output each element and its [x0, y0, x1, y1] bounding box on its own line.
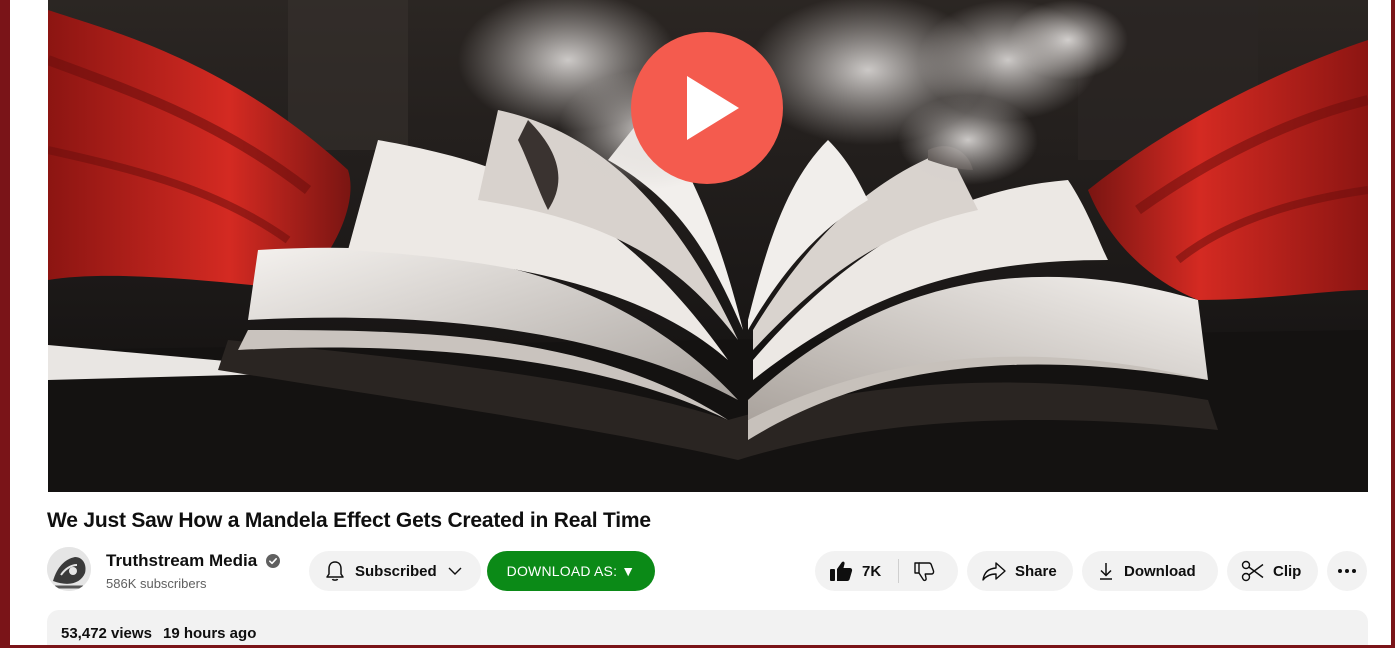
download-as-button[interactable]: DOWNLOAD AS: ▼	[487, 551, 655, 591]
scissors-icon	[1241, 560, 1264, 582]
thumbs-up-icon	[830, 561, 853, 581]
avatar-image	[47, 547, 91, 591]
like-dislike-group: 7K	[815, 551, 958, 591]
download-button[interactable]: Download	[1082, 551, 1218, 591]
play-icon	[687, 76, 739, 140]
video-title: We Just Saw How a Mandela Effect Gets Cr…	[47, 509, 651, 532]
subscriber-count: 586K subscribers	[106, 576, 207, 591]
bell-icon	[326, 561, 344, 581]
share-label: Share	[1015, 562, 1057, 580]
more-horizontal-icon	[1338, 569, 1356, 573]
share-icon	[982, 562, 1006, 581]
play-button[interactable]	[631, 32, 783, 184]
like-button[interactable]: 7K	[829, 551, 881, 591]
download-label: Download	[1124, 562, 1196, 580]
more-actions-button[interactable]	[1327, 551, 1367, 591]
video-player[interactable]	[48, 0, 1368, 492]
clip-button[interactable]: Clip	[1227, 551, 1318, 591]
check-circle-icon	[266, 554, 280, 568]
channel-avatar[interactable]	[47, 547, 91, 591]
subscribed-button[interactable]: Subscribed	[309, 551, 481, 591]
upload-time: 19 hours ago	[163, 625, 257, 642]
watch-page: We Just Saw How a Mandela Effect Gets Cr…	[10, 0, 1391, 645]
like-divider	[898, 559, 900, 583]
subscribed-label: Subscribed	[355, 562, 437, 580]
description-box[interactable]: 53,472 views 19 hours ago	[47, 610, 1368, 645]
like-count: 7K	[862, 562, 882, 580]
download-icon	[1100, 563, 1112, 580]
share-button[interactable]: Share	[967, 551, 1073, 591]
view-count: 53,472 views	[61, 625, 152, 642]
channel-name[interactable]: Truthstream Media	[106, 551, 257, 571]
chevron-down-icon	[448, 567, 462, 575]
thumbs-down-icon	[914, 562, 935, 582]
dislike-button[interactable]	[913, 551, 935, 591]
clip-label: Clip	[1273, 562, 1302, 580]
